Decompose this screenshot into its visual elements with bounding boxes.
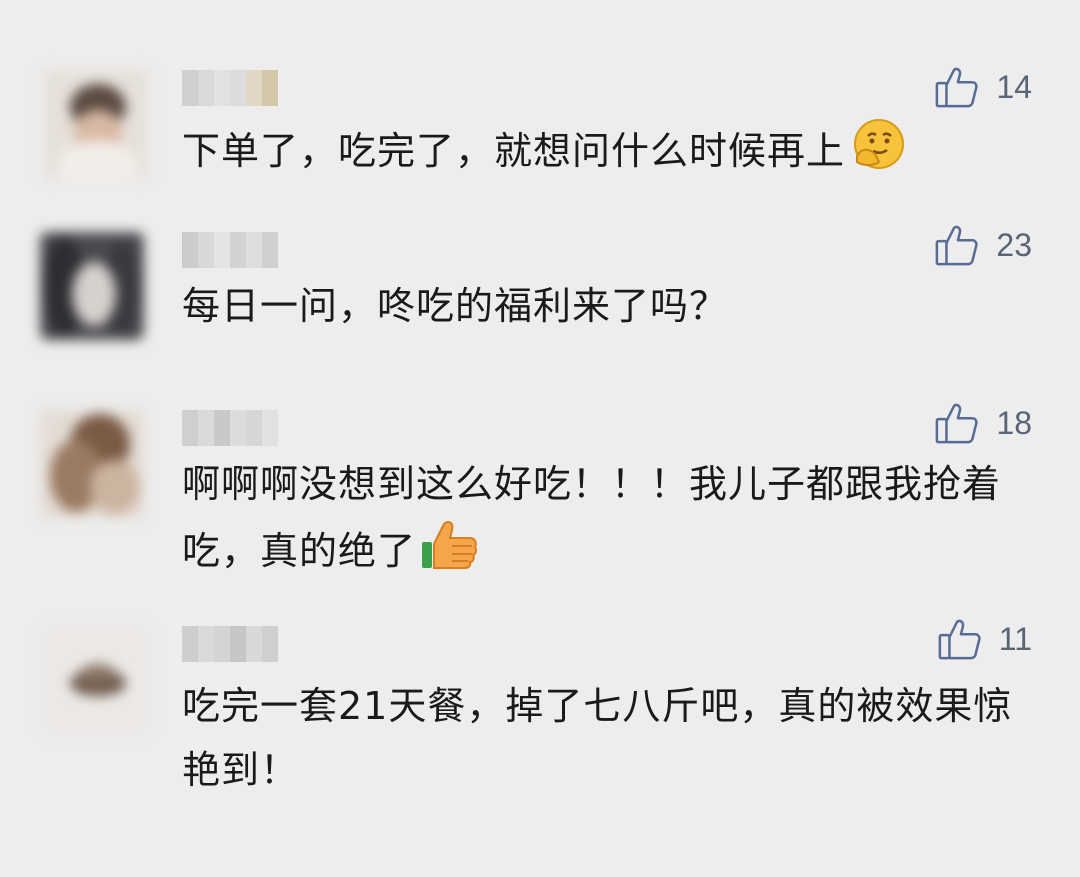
thumbs-up-icon xyxy=(936,225,979,266)
avatar[interactable] xyxy=(44,70,148,178)
smirk-face-emoji xyxy=(849,118,907,189)
avatar[interactable] xyxy=(40,232,144,340)
thumbs-up-icon xyxy=(936,67,979,108)
avatar[interactable] xyxy=(40,410,144,518)
username-mosaic[interactable] xyxy=(182,232,278,268)
comment-text: 吃完一套21天餐，掉了七八斤吧，真的被效果惊艳到！ xyxy=(182,684,1013,792)
like-count: 14 xyxy=(996,68,1032,105)
comment-text-row: 下单了，吃完了，就想问什么时候再上 xyxy=(182,118,1042,189)
thumbs-up-icon xyxy=(936,403,979,444)
username-mosaic[interactable] xyxy=(182,410,278,446)
like-button[interactable]: 11 xyxy=(937,616,1032,662)
like-count: 18 xyxy=(996,404,1032,441)
comment-text: 下单了，吃完了，就想问什么时候再上 xyxy=(182,129,846,173)
comment-text-row: 啊啊啊没想到这么好吃！！！我儿子都跟我抢着吃，真的绝了 xyxy=(182,452,1032,591)
like-button[interactable]: 23 xyxy=(934,222,1032,268)
username-mosaic[interactable] xyxy=(182,626,278,662)
comment-text: 啊啊啊没想到这么好吃！！！我儿子都跟我抢着吃，真的绝了 xyxy=(182,462,1002,573)
username-mosaic[interactable] xyxy=(182,70,278,106)
thumbs-up-emoji xyxy=(420,516,480,591)
like-count: 23 xyxy=(996,226,1032,263)
avatar[interactable] xyxy=(44,626,148,734)
like-button[interactable]: 18 xyxy=(934,400,1032,446)
like-button[interactable]: 14 xyxy=(934,64,1032,110)
comment-text: 每日一问，咚吃的福利来了吗？ xyxy=(182,284,729,328)
thumbs-up-icon xyxy=(938,619,981,660)
like-count: 11 xyxy=(998,620,1032,657)
